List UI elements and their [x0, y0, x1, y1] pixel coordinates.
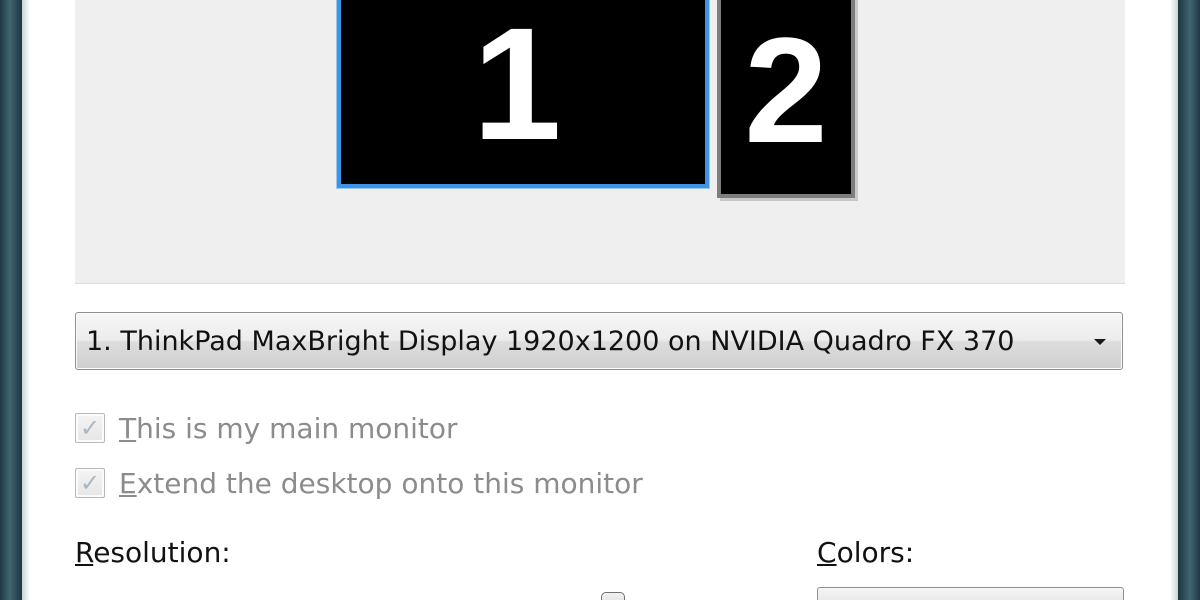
colors-label-text: olors: — [836, 536, 915, 569]
display-select-value: 1. ThinkPad MaxBright Display 1920x1200 … — [86, 326, 1015, 357]
resolution-label: Resolution: — [75, 536, 231, 569]
colors-select[interactable] — [817, 587, 1124, 600]
main-monitor-option[interactable]: ✓ This is my main monitor — [75, 408, 458, 448]
extend-desktop-label-text: xtend the desktop onto this monitor — [136, 466, 643, 500]
window-frame-inner-left — [22, 0, 30, 600]
display-select[interactable]: 1. ThinkPad MaxBright Display 1920x1200 … — [75, 312, 1123, 370]
main-monitor-label: This is my main monitor — [119, 412, 458, 445]
resolution-label-text: esolution: — [93, 536, 231, 569]
main-monitor-checkbox[interactable]: ✓ — [75, 413, 105, 443]
monitor-2-number: 2 — [744, 6, 828, 174]
main-monitor-label-text: his is my main monitor — [136, 411, 458, 445]
resolution-label-accesskey: R — [75, 536, 94, 569]
monitor-arrangement-preview: 1 2 — [75, 0, 1125, 284]
monitor-1-tile[interactable]: 1 — [337, 0, 709, 188]
window-frame-inner-right — [1170, 0, 1178, 600]
window-frame-right — [1178, 0, 1200, 600]
chevron-down-icon — [1094, 339, 1106, 345]
checkmark-icon: ✓ — [79, 414, 101, 442]
monitor-1-number: 1 — [472, 0, 562, 173]
extend-desktop-label-accesskey: E — [119, 466, 137, 500]
monitor-2-tile[interactable]: 2 — [717, 0, 855, 198]
extend-desktop-option[interactable]: ✓ Extend the desktop onto this monitor — [75, 463, 643, 503]
colors-label-accesskey: C — [817, 536, 837, 569]
extend-desktop-checkbox[interactable]: ✓ — [75, 468, 105, 498]
window-frame-left — [0, 0, 22, 600]
main-monitor-label-accesskey: T — [119, 411, 137, 445]
colors-label: Colors: — [817, 536, 914, 569]
extend-desktop-label: Extend the desktop onto this monitor — [119, 467, 643, 500]
checkmark-icon: ✓ — [79, 469, 101, 497]
resolution-slider-thumb[interactable] — [601, 592, 625, 600]
